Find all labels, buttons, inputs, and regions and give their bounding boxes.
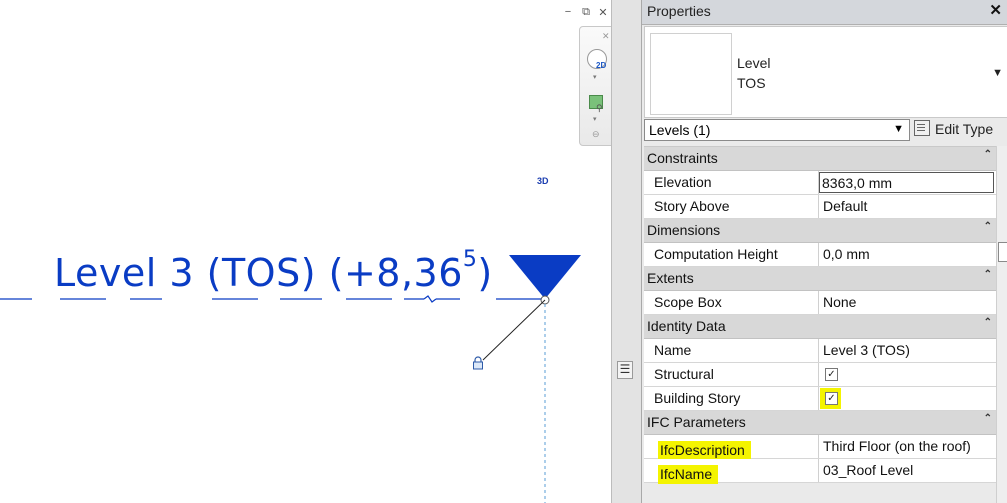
- close-icon[interactable]: ✕: [596, 6, 610, 19]
- group-label: IFC Parameters: [647, 414, 746, 430]
- group-dimensions[interactable]: Dimensions ⌃: [644, 219, 996, 243]
- property-row-building-story: Building Story ✓: [644, 387, 996, 411]
- chevron-collapse-icon[interactable]: ⌃: [984, 317, 992, 328]
- property-value: Level 3 (TOS): [823, 342, 910, 358]
- type-name-label: TOS: [737, 75, 766, 91]
- property-row-name: Name Level 3 (TOS): [644, 339, 996, 363]
- navbar-mode-label: 2D: [596, 61, 607, 70]
- instance-filter-select[interactable]: Levels (1) ▼: [644, 119, 910, 141]
- property-name: Story Above: [654, 198, 730, 214]
- property-value: None: [823, 294, 857, 310]
- group-label: Identity Data: [647, 318, 726, 334]
- name-field[interactable]: Level 3 (TOS): [819, 339, 996, 362]
- level-line-graphics[interactable]: [0, 240, 611, 503]
- chevron-collapse-icon[interactable]: ⌃: [984, 269, 992, 280]
- level-head-triangle-icon[interactable]: [509, 255, 581, 299]
- type-preview-image: [650, 33, 732, 115]
- property-name: Elevation: [654, 174, 712, 190]
- navigation-bar: ✕ 2D ▾ ⚲ ▾ ⊖: [579, 26, 611, 146]
- property-name: Building Story: [654, 390, 741, 406]
- drawing-canvas[interactable]: − ⧉ ✕ ✕ 2D ▾ ⚲ ▾ ⊖ 3D Level 3 (TOS) (+8,…: [0, 0, 611, 503]
- group-label: Dimensions: [647, 222, 721, 238]
- property-name: Computation Height: [654, 246, 778, 262]
- group-ifc-parameters[interactable]: IFC Parameters ⌃: [644, 411, 996, 435]
- property-value: 8363,0 mm: [822, 175, 893, 191]
- group-constraints[interactable]: Constraints ⌃: [644, 147, 996, 171]
- properties-title: Properties: [647, 3, 711, 19]
- level-underline: [0, 295, 544, 303]
- property-value: 0,0 mm: [823, 246, 870, 262]
- minimize-icon[interactable]: −: [561, 6, 575, 18]
- chevron-collapse-icon[interactable]: ⌃: [984, 413, 992, 424]
- elevation-input[interactable]: 8363,0 mm: [819, 172, 994, 193]
- scroll-thumb[interactable]: [998, 242, 1007, 262]
- ifc-description-field[interactable]: Third Floor (on the roof): [819, 435, 996, 458]
- ifc-name-field[interactable]: 03_Roof Level: [819, 459, 996, 482]
- leader-line: [482, 299, 546, 361]
- property-name: Name: [654, 342, 692, 358]
- scope-box-select[interactable]: None: [819, 291, 996, 314]
- type-dropdown-icon[interactable]: ▼: [992, 67, 1003, 79]
- zoom-dropdown-icon[interactable]: ▾: [593, 115, 597, 123]
- properties-scrollbar[interactable]: [996, 146, 1007, 503]
- type-family-label: Level: [737, 55, 771, 71]
- group-extents[interactable]: Extents ⌃: [644, 267, 996, 291]
- property-value: Default: [823, 198, 868, 214]
- properties-palette: Properties ✕ Level TOS ▼ Levels (1) ▼ Ed…: [641, 0, 1007, 503]
- property-value: 03_Roof Level: [823, 462, 914, 478]
- ifc-description-label: IfcDescription: [658, 441, 751, 460]
- property-row-story-above: Story Above Default: [644, 195, 996, 219]
- filter-value: Levels (1): [649, 122, 711, 138]
- structural-cell: ✓: [819, 363, 996, 386]
- properties-grid: Constraints ⌃ Elevation 8363,0 mm Story …: [644, 146, 996, 484]
- properties-title-bar[interactable]: Properties ✕: [642, 0, 1007, 25]
- group-label: Constraints: [647, 150, 718, 166]
- property-row-elevation: Elevation 8363,0 mm: [644, 171, 996, 195]
- edit-type-label: Edit Type: [935, 121, 994, 137]
- property-row-ifc-description: IfcDescription Third Floor (on the roof): [644, 435, 996, 460]
- wheel-dropdown-icon[interactable]: ▾: [593, 73, 597, 81]
- lock-icon[interactable]: [472, 356, 484, 370]
- story-above-select[interactable]: Default: [819, 195, 996, 218]
- chevron-collapse-icon[interactable]: ⌃: [984, 221, 992, 232]
- navbar-end-icon: ⊖: [592, 129, 600, 139]
- filter-dropdown-icon[interactable]: ▼: [893, 123, 904, 135]
- property-name: Structural: [654, 366, 714, 382]
- property-row-ifc-name: IfcName 03_Roof Level: [644, 459, 996, 484]
- structural-checkbox[interactable]: ✓: [825, 368, 838, 381]
- property-row-scope-box: Scope Box None: [644, 291, 996, 315]
- edit-type-button[interactable]: Edit Type: [914, 120, 993, 140]
- property-row-structural: Structural ✓: [644, 363, 996, 387]
- edit-type-icon: [914, 120, 930, 136]
- splitter-grip-icon[interactable]: ☰: [617, 361, 633, 379]
- navbar-close-icon[interactable]: ✕: [602, 31, 610, 42]
- panel-splitter[interactable]: ☰: [611, 0, 642, 503]
- group-identity-data[interactable]: Identity Data ⌃: [644, 315, 996, 339]
- ifc-name-label: IfcName: [658, 465, 719, 484]
- type-selector[interactable]: Level TOS ▼: [644, 26, 1007, 118]
- view-3d-toggle[interactable]: 3D: [537, 176, 549, 186]
- property-row-computation-height: Computation Height 0,0 mm: [644, 243, 996, 267]
- magnifier-icon: ⚲: [596, 103, 603, 113]
- properties-close-icon[interactable]: ✕: [989, 1, 1002, 19]
- building-story-checkbox[interactable]: ✓: [825, 392, 838, 405]
- building-story-cell: ✓: [819, 387, 996, 410]
- chevron-collapse-icon[interactable]: ⌃: [984, 149, 992, 160]
- property-name: Scope Box: [654, 294, 722, 310]
- computation-height-field[interactable]: 0,0 mm: [819, 243, 996, 266]
- property-value: Third Floor (on the roof): [823, 438, 971, 454]
- group-label: Extents: [647, 270, 694, 286]
- restore-icon[interactable]: ⧉: [579, 6, 593, 19]
